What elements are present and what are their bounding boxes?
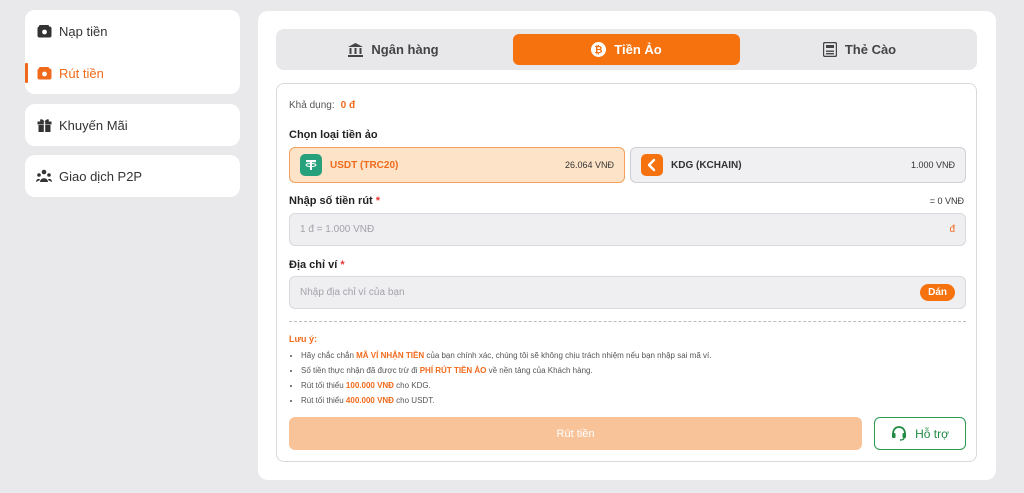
balance-label: Khả dụng: [289,100,335,111]
sidebar-item-promotions[interactable]: Khuyến Mãi [25,104,240,146]
wallet-icon [35,22,53,40]
coin-option-usdt[interactable]: USDT (TRC20) 26.064 VNĐ [289,147,625,183]
coin-type-label: Chọn loại tiền ảo [289,129,378,141]
card-icon [822,42,837,57]
support-label: Hỗ trợ [915,426,949,441]
sidebar-item-label: Rút tiền [59,65,104,81]
sidebar-item-label: Khuyến Mãi [59,117,128,133]
balance-value: 0 đ [340,100,356,111]
wallet-field: Dán [289,276,966,309]
amount-field: đ [289,213,966,246]
sidebar-deposit-group: Nạp tiền Rút tiền [25,10,240,94]
sidebar-item-label: Giao dịch P2P [59,168,143,184]
amount-equivalent: = 0 VNĐ [929,196,964,206]
tether-icon [300,154,322,176]
support-icon [891,426,907,441]
wallet-label: Địa chỉ ví * [289,259,345,271]
tab-crypto[interactable]: ₿ Tiền Ảo [513,34,740,65]
coin-rate: 1.000 VNĐ [910,160,955,170]
required-mark: * [375,195,381,207]
wallet-address-input[interactable] [300,287,921,298]
tab-card[interactable]: Thẻ Cào [746,34,973,65]
sidebar-item-withdraw[interactable]: Rút tiền [25,52,240,94]
wallet-out-icon [35,64,53,82]
withdraw-button[interactable]: Rút tiền [289,417,862,450]
sidebar-item-deposit[interactable]: Nạp tiền [25,10,240,52]
svg-text:₿: ₿ [595,44,603,56]
list-item: Số tiền thực nhận đã được trừ đi PHÍ RÚT… [301,363,711,378]
bank-icon [348,42,364,57]
list-item: Rút tối thiểu 100.000 VNĐ cho KDG. [301,378,711,393]
tab-label: Thẻ Cào [844,42,897,57]
method-tabs: Ngân hàng ₿ Tiền Ảo Thẻ Cào [276,29,977,70]
coin-name: USDT (TRC20) [330,159,399,171]
amount-unit: đ [949,224,955,235]
sidebar-item-p2p[interactable]: Giao dịch P2P [25,155,240,197]
list-item: Hãy chắc chắn MÃ VÍ NHẬN TIỀN của bạn ch… [301,348,711,363]
tab-bank[interactable]: Ngân hàng [280,34,507,65]
divider [289,321,966,322]
amount-input[interactable] [300,224,950,235]
available-balance: Khả dụng: 0 đ [289,100,355,111]
sidebar-item-label: Nạp tiền [59,23,108,39]
users-icon [35,167,53,185]
amount-label: Nhập số tiền rút * [289,195,380,207]
coin-rate: 26.064 VNĐ [564,160,614,170]
paste-button[interactable]: Dán [920,284,955,301]
required-mark: * [340,259,345,271]
amount-label-text: Nhập số tiền rút [289,195,373,207]
gift-icon [35,116,53,134]
withdraw-panel: Ngân hàng ₿ Tiền Ảo Thẻ Cào Khả dụng: 0 đ… [258,11,996,480]
note-title: Lưu ý: [289,334,318,344]
withdraw-form: Khả dụng: 0 đ Chọn loại tiền ảo USDT (TRC… [276,83,977,462]
bitcoin-icon: ₿ [591,42,607,57]
list-item: Rút tối thiểu 400.000 VNĐ cho USDT. [301,393,711,408]
sidebar-p2p-group: Giao dịch P2P [25,155,240,197]
coin-name: KDG (KCHAIN) [671,159,742,171]
support-button[interactable]: Hỗ trợ [874,417,966,450]
tab-label: Tiền Ảo [614,42,662,57]
note-list: Hãy chắc chắn MÃ VÍ NHẬN TIỀN của bạn ch… [301,348,711,408]
wallet-label-text: Địa chỉ ví [289,259,338,271]
sidebar-promo-group: Khuyến Mãi [25,104,240,146]
kdg-icon [641,154,663,176]
coin-option-kdg[interactable]: KDG (KCHAIN) 1.000 VNĐ [630,147,966,183]
tab-label: Ngân hàng [371,42,439,57]
